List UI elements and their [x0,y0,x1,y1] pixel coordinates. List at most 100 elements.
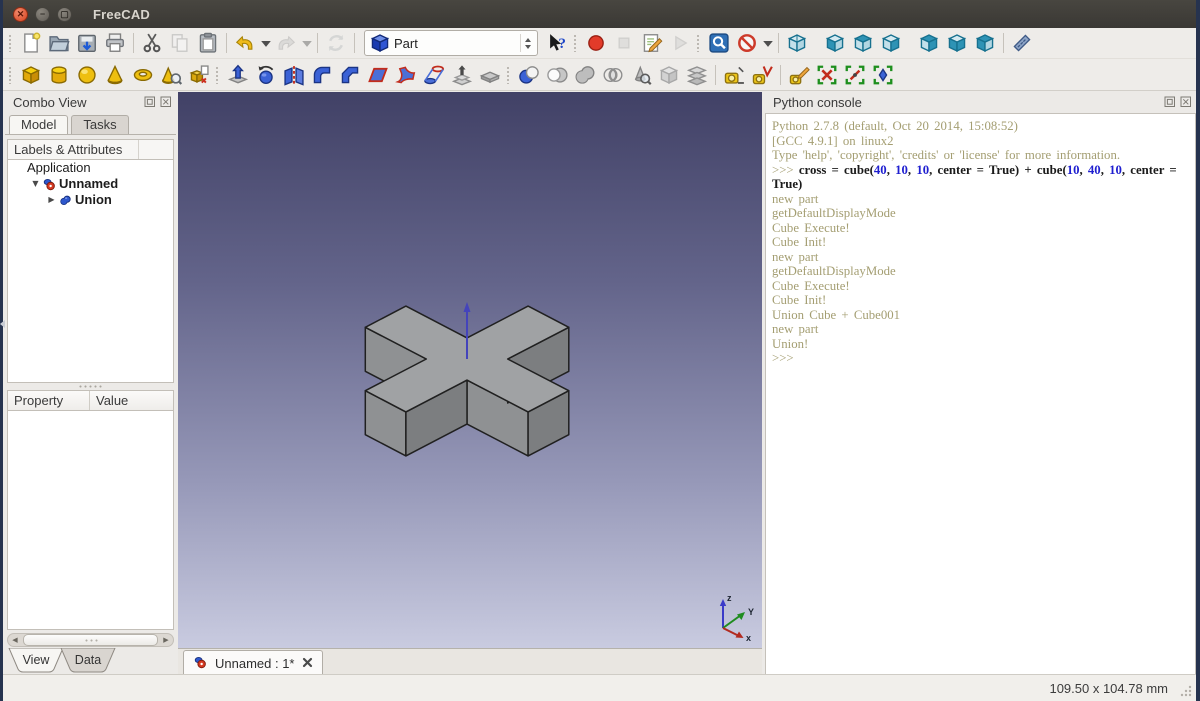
part-section-button[interactable] [476,62,504,88]
part-boolean-union-button[interactable] [571,62,599,88]
document-tab[interactable]: Unnamed : 1* [183,650,323,676]
tree-column-header: Labels & Attributes [7,139,174,160]
part-boolean-cut-button[interactable] [543,62,571,88]
3d-viewport[interactable]: zYx [178,92,762,648]
copy-button[interactable] [166,30,194,56]
new-document-button[interactable] [17,30,45,56]
tab-close-icon[interactable] [302,656,313,671]
tab-tasks[interactable]: Tasks [71,115,128,134]
titlebar: ✕ − ▢ FreeCAD [3,0,1196,28]
print-button[interactable] [101,30,129,56]
part-check-geometry-button[interactable] [627,62,655,88]
redo-dropdown[interactable] [300,30,313,56]
view-top-button[interactable] [849,30,877,56]
view-fit-all-button[interactable] [705,30,733,56]
part-make-face-button[interactable] [364,62,392,88]
close-window-button[interactable]: ✕ [13,7,28,22]
part-chamfer-button[interactable] [336,62,364,88]
close-panel-icon[interactable] [1179,96,1192,109]
tree-item-union[interactable]: ▶Union [8,192,173,208]
part-torus-button[interactable] [129,62,157,88]
toolbar-handle[interactable] [215,66,220,84]
model-tree: Application▼Unnamed▶Union [7,160,174,383]
toolbar-handle[interactable] [8,66,13,84]
dropdown-arrow-icon [757,32,779,54]
python-console-output[interactable]: Python 2.7.8 (default, Oct 20 2014, 15:0… [765,113,1196,675]
workbench-spinner-icon[interactable] [520,34,535,52]
3d-object-union-cross[interactable] [178,92,762,648]
view-bottom-button[interactable] [943,30,971,56]
tree-item-unnamed[interactable]: ▼Unnamed [8,176,173,192]
console-line: Union Cube + Cube001 [772,308,1189,323]
scroll-left-icon[interactable]: ◀ [8,634,22,646]
whats-this-button[interactable]: ? [543,30,571,56]
tab-data[interactable]: Data [59,648,117,675]
view-rear-button[interactable] [915,30,943,56]
part-cylinder-button[interactable] [45,62,73,88]
macro-stop-button[interactable] [610,30,638,56]
workbench-selector[interactable]: Part [364,30,538,56]
part-revolve-button[interactable] [252,62,280,88]
part-sweep-button[interactable] [448,62,476,88]
scrollbar-thumb[interactable] [23,634,158,646]
part-cross-sections-button[interactable] [683,62,711,88]
panel-collapse-arrow[interactable] [0,320,5,328]
toolbar-handle[interactable] [506,66,511,84]
part-boolean-intersection-button[interactable] [599,62,627,88]
part-boolean-button[interactable] [515,62,543,88]
mdi-tab-bar: Unnamed : 1* [178,648,762,676]
expander-expanded-icon[interactable]: ▼ [30,176,41,192]
paste-button[interactable] [194,30,222,56]
part-mirror-button[interactable] [280,62,308,88]
tab-model[interactable]: Model [9,115,68,134]
part-defeaturing-button[interactable] [655,62,683,88]
part-ruled-surface-button[interactable] [392,62,420,88]
measure-linear-button[interactable] [720,62,748,88]
view-right-button[interactable] [877,30,905,56]
part-sphere-button[interactable] [73,62,101,88]
measure-refresh-button[interactable] [785,62,813,88]
measure-distance-button[interactable] [1008,30,1036,56]
macro-play-button[interactable] [666,30,694,56]
cut-button[interactable] [138,30,166,56]
minimize-window-button[interactable]: − [35,7,50,22]
panel-splitter[interactable] [7,383,174,390]
float-panel-icon[interactable] [143,96,156,109]
measure-clear-all-button[interactable] [813,62,841,88]
measure-toggle-all-button[interactable] [841,62,869,88]
fitall-icon [708,32,730,54]
float-panel-icon[interactable] [1163,96,1176,109]
draw-style-dropdown[interactable] [761,30,774,56]
tree-item-application[interactable]: Application [8,160,173,176]
part-primitives-button[interactable] [157,62,185,88]
measure-angular-button[interactable] [748,62,776,88]
undo-dropdown[interactable] [259,30,272,56]
part-shape-builder-button[interactable] [185,62,213,88]
close-panel-icon[interactable] [159,96,172,109]
horizontal-scrollbar[interactable]: ◀ ▶ [7,633,174,647]
resize-grip[interactable] [1179,684,1193,698]
refresh-button[interactable] [322,30,350,56]
view-axonometric-button[interactable] [783,30,811,56]
expander-collapsed-icon[interactable]: ▶ [46,192,57,208]
property-column-value: Value [90,391,173,410]
view-front-button[interactable] [821,30,849,56]
part-fillet-button[interactable] [308,62,336,88]
maximize-window-button[interactable]: ▢ [57,7,72,22]
toolbar-handle[interactable] [8,34,13,52]
toolbar-handle[interactable] [696,34,701,52]
macro-record-button[interactable] [582,30,610,56]
view-left-button[interactable] [971,30,999,56]
part-extrude-button[interactable] [224,62,252,88]
open-document-button[interactable] [45,30,73,56]
save-document-button[interactable] [73,30,101,56]
console-line: getDefaultDisplayMode [772,206,1189,221]
toolbar-handle[interactable] [573,34,578,52]
scroll-right-icon[interactable]: ▶ [159,634,173,646]
tab-view[interactable]: View [7,648,65,675]
part-cone-button[interactable] [101,62,129,88]
part-box-button[interactable] [17,62,45,88]
measure-toggle-3d-button[interactable] [869,62,897,88]
macro-edit-button[interactable] [638,30,666,56]
part-loft-button[interactable] [420,62,448,88]
